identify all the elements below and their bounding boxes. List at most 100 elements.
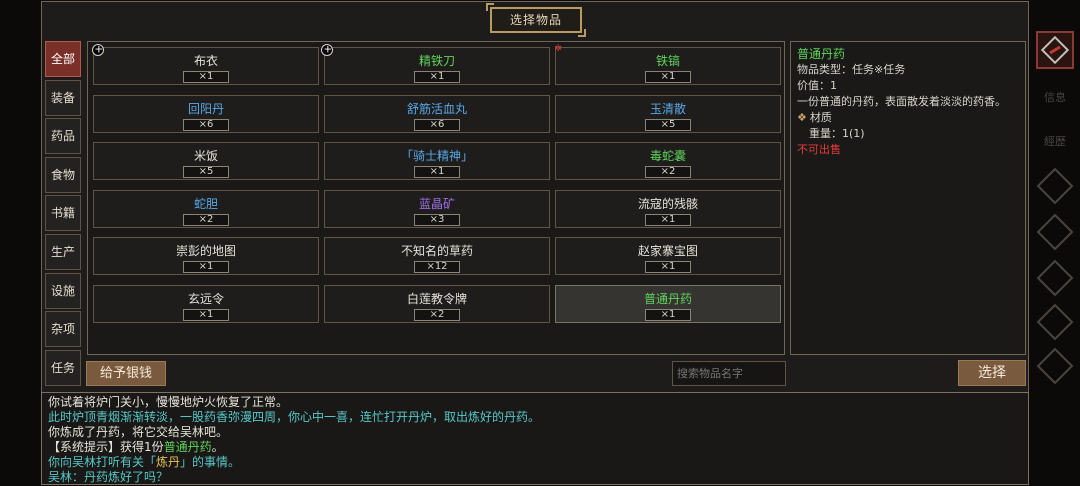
detail-item-description: 一份普通的丹药，表面散发着淡淡的药香。	[797, 95, 1006, 108]
item-grid: 布衣 ×1 精铁刀 ×1 铁镐 ×1 回阳丹 ×6 舒筋活血丸 ×6 玉清散 ×5 米饭 ×5 「骑士精神」…	[87, 41, 785, 355]
item-name: 赵家寨宝图	[637, 244, 698, 258]
item-quantity: ×2	[183, 213, 229, 226]
window-title: 选择物品	[486, 3, 586, 37]
diamond-bullet-icon: ❖	[797, 111, 807, 124]
red-seal-icon: ✲	[554, 44, 562, 54]
tab-5[interactable]: 生产	[45, 233, 81, 270]
sidebar-item-4[interactable]	[1036, 167, 1074, 205]
item-name: 不知名的草药	[400, 244, 473, 258]
tab-0[interactable]: 全部	[45, 41, 81, 77]
unsellable-note: 不可出售	[797, 143, 841, 156]
item-search-input[interactable]	[672, 361, 786, 386]
item-slot[interactable]: 蛇胆 ×2	[93, 189, 319, 228]
item-slot[interactable]: 精铁刀 ×1	[324, 47, 550, 85]
diamond-icon	[1036, 213, 1074, 251]
item-slot[interactable]: 白莲教令牌 ×2	[324, 284, 550, 323]
log-segment: 」的事情。	[180, 455, 241, 469]
tab-3[interactable]: 食物	[45, 156, 81, 193]
log-line: 你向吴林打听有关「炼丹」的事情。	[48, 455, 1022, 470]
item-name: 白莲教令牌	[406, 291, 467, 306]
log-segment: 普通丹药	[163, 440, 212, 454]
detail-item-value: 价值：1	[797, 79, 837, 92]
log-line: 此时炉顶青烟渐渐转淡，一股药香弥漫四周，你心中一喜，连忙打开丹炉，取出炼好的丹药…	[48, 410, 541, 424]
sidebar-item-settings[interactable]	[1036, 347, 1074, 385]
item-slot[interactable]: 蓝晶矿 ×3	[324, 189, 550, 228]
sidebar-item-info[interactable]: 信息	[1036, 79, 1074, 117]
tab-7[interactable]: 杂项	[45, 311, 81, 348]
sidebar-item-help[interactable]	[1036, 303, 1074, 341]
log-line: 吴林：丹药炼好了吗？	[48, 470, 169, 484]
right-sidebar: 信息 經歷	[1032, 27, 1078, 397]
log-line: 【系统提示】获得1份普通丹药。	[48, 440, 1022, 455]
item-name: 毒蛇囊	[649, 149, 686, 163]
sidebar-item-6[interactable]	[1036, 259, 1074, 297]
log-segment: 。	[211, 440, 224, 454]
log-segment: 炼丹	[156, 455, 181, 469]
item-quantity: ×5	[183, 166, 229, 178]
item-slot[interactable]: 普通丹药 ×1	[555, 284, 781, 323]
give-money-button[interactable]: 给予银钱	[86, 361, 166, 386]
material-label: 材质	[809, 111, 832, 124]
item-name: 铁镐	[655, 54, 680, 68]
item-quantity: ×6	[183, 118, 229, 131]
select-button[interactable]: 选择	[958, 360, 1026, 386]
diamond-icon	[1036, 259, 1074, 297]
item-name: 舒筋活血丸	[406, 101, 467, 116]
message-log: 你试着将炉门关小，慢慢地炉火恢复了正常。 此时炉顶青烟渐渐转淡，一股药香弥漫四周，…	[41, 392, 1029, 485]
item-slot[interactable]: 「骑士精神」 ×1	[324, 142, 550, 180]
item-name: 普通丹药	[643, 291, 692, 306]
sidebar-item-bag[interactable]	[1036, 31, 1074, 69]
log-segment: 你向吴林打听有关「	[48, 455, 157, 469]
item-slot[interactable]: 不知名的草药 ×12	[324, 237, 550, 275]
tab-6[interactable]: 设施	[45, 272, 81, 309]
sidebar-item-history[interactable]: 經歷	[1036, 123, 1074, 161]
item-name: 回阳丹	[187, 101, 224, 116]
log-segment: 【系统提示】获得1份	[48, 440, 164, 454]
item-quantity: ×2	[414, 308, 460, 321]
item-quantity: ×1	[414, 166, 460, 178]
log-line: 你试着将炉门关小，慢慢地炉火恢复了正常。	[48, 395, 289, 409]
sidebar-item-5[interactable]	[1036, 213, 1074, 251]
item-quantity: ×2	[645, 166, 691, 178]
item-name: 蓝晶矿	[418, 196, 455, 211]
item-slot[interactable]: 赵家寨宝图 ×1	[555, 237, 781, 275]
item-slot[interactable]: 玄远令 ×1	[93, 284, 319, 323]
tab-4[interactable]: 书籍	[45, 195, 81, 232]
material-section: ❖ 材质	[797, 110, 1019, 126]
item-quantity: ×1	[645, 213, 691, 226]
tab-1[interactable]: 装备	[45, 79, 81, 116]
detail-item-type: 物品类型：任务※任务	[797, 63, 906, 76]
item-name: 流寇的残骸	[637, 196, 698, 211]
item-quantity: ×1	[183, 261, 229, 273]
item-name: 玉清散	[649, 101, 686, 116]
item-name: 米饭	[193, 149, 218, 163]
item-quantity: ×3	[414, 213, 460, 226]
detail-weight: 重量：1(1)	[809, 127, 865, 140]
item-name: 布衣	[193, 54, 218, 68]
item-name: 「骑士精神」	[400, 149, 473, 163]
help-icon	[1036, 303, 1074, 341]
item-detail-panel: 普通丹药 物品类型：任务※任务 价值：1 一份普通的丹药，表面散发着淡淡的药香。…	[790, 41, 1026, 355]
item-slot[interactable]: 布衣 ×1	[93, 47, 319, 85]
item-name: 玄远令	[187, 291, 224, 306]
item-quantity: ×12	[414, 261, 460, 273]
item-slot[interactable]: 米饭 ×5	[93, 142, 319, 180]
item-slot[interactable]: 回阳丹 ×6	[93, 94, 319, 133]
detail-item-name: 普通丹药	[797, 47, 846, 61]
item-quantity: ×1	[645, 308, 691, 321]
category-tabs: 全部 装备 药品 食物 书籍 生产 设施 杂项 任务	[45, 41, 81, 388]
log-line: 你炼成了丹药，将它交给吴林吧。	[48, 425, 229, 439]
item-slot[interactable]: 铁镐 ×1	[555, 47, 781, 85]
item-quantity: ×1	[645, 261, 691, 273]
item-name: 精铁刀	[418, 54, 455, 68]
item-slot[interactable]: 舒筋活血丸 ×6	[324, 94, 550, 133]
item-quantity: ×5	[645, 118, 691, 131]
item-slot[interactable]: 流寇的残骸 ×1	[555, 189, 781, 228]
item-slot[interactable]: 毒蛇囊 ×2	[555, 142, 781, 180]
item-slot[interactable]: 崇彭的地图 ×1	[93, 237, 319, 275]
item-quantity: ×1	[414, 71, 460, 83]
tab-2[interactable]: 药品	[45, 118, 81, 155]
bag-icon	[1040, 35, 1070, 65]
item-slot[interactable]: 玉清散 ×5	[555, 94, 781, 133]
tab-8[interactable]: 任务	[45, 349, 81, 386]
